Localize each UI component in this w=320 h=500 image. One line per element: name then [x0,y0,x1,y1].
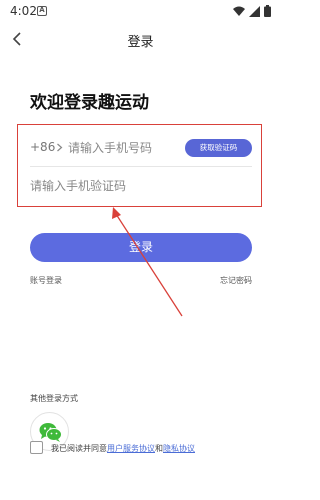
phone-input[interactable] [68,138,178,158]
user-agreement-link[interactable]: 用户服务协议 [107,444,155,453]
privacy-policy-link[interactable]: 隐私协议 [163,444,195,453]
phone-row: +86 获取验证码 [30,138,252,158]
status-icons [233,5,271,17]
agreement-checkbox[interactable] [30,441,43,454]
agreement-joiner: 和 [155,444,163,453]
agreement-prefix: 我已阅读并同意 [51,444,107,453]
forgot-password-link[interactable]: 忘记密码 [220,275,252,286]
other-login-label: 其他登录方式 [30,394,78,403]
login-button[interactable]: 登录 [30,233,252,262]
signal-icon [249,5,260,17]
nav-bar: 登录 [0,24,281,54]
account-login-link[interactable]: 账号登录 [30,275,62,286]
agreement-text: 我已阅读并同意用户服务协议和隐私协议 [51,443,195,454]
status-time: 4:02 [10,4,37,18]
battery-icon [264,5,271,17]
divider [30,166,252,167]
verification-code-input[interactable] [30,176,230,196]
wechat-icon [39,423,62,442]
wifi-icon [233,6,245,16]
country-code-selector[interactable]: +86 [30,140,55,154]
notification-a-icon: A [37,6,47,16]
agreement-row: 我已阅读并同意用户服务协议和隐私协议 [30,441,270,455]
status-bar: 4:02 A [0,0,281,24]
get-code-button[interactable]: 获取验证码 [185,139,252,157]
welcome-heading: 欢迎登录趣运动 [30,93,149,113]
page-title: 登录 [127,35,154,50]
chevron-right-icon[interactable] [56,143,63,152]
